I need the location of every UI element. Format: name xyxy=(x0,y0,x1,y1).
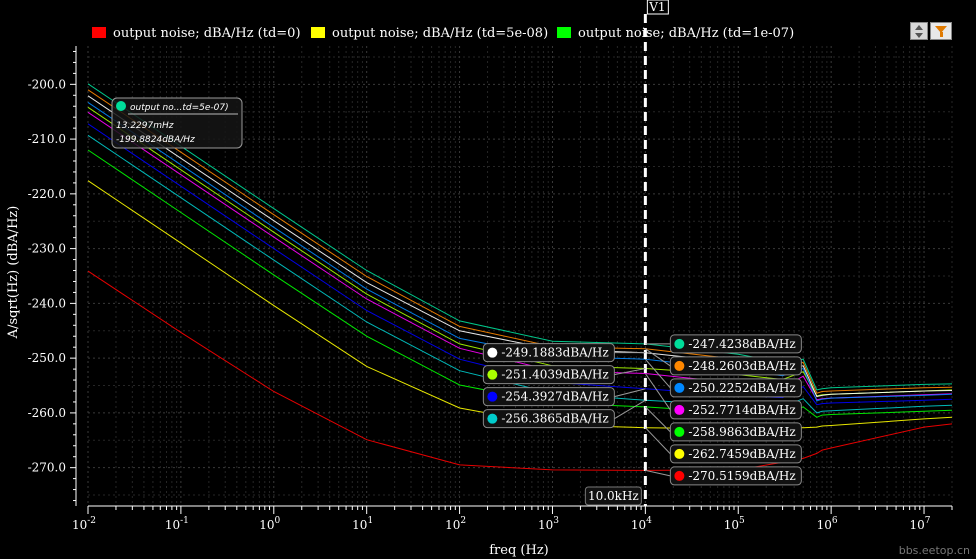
leader-line xyxy=(645,469,671,477)
x-tick-label: 106 xyxy=(817,516,838,532)
y-tick-label: -240.0 xyxy=(28,296,66,310)
y-tick-label: -250.0 xyxy=(28,351,66,365)
legend: output noise; dBA/Hz (td=0) output noise;… xyxy=(92,26,794,41)
tooltip-dot xyxy=(116,101,126,111)
value-label-dot xyxy=(487,391,498,402)
y-tick-label: -260.0 xyxy=(28,406,66,420)
legend-label: output noise; dBA/Hz (td=5e-08) xyxy=(332,26,548,41)
hover-tooltip: output no...td=5e-07) 13.2297mHz -199.8824… xyxy=(111,97,243,149)
value-label: -258.9863dBA/Hz xyxy=(688,425,795,439)
cursor-name: V1 xyxy=(648,0,665,14)
y-axis-title: A/sqrt(Hz) (dBA/Hz) xyxy=(6,206,21,340)
cursor-x-label: 10.0kHz xyxy=(588,489,639,503)
x-tick-label: 104 xyxy=(631,516,652,532)
leader-line xyxy=(644,427,671,455)
value-label-dot xyxy=(487,369,498,380)
x-axis-title: freq (Hz) xyxy=(489,543,549,558)
value-label-dot xyxy=(487,413,498,424)
value-label-dot xyxy=(674,404,685,415)
x-tick-label: 102 xyxy=(445,516,466,532)
leader-line xyxy=(644,373,671,411)
legend-label: output noise; dBA/Hz (td=0) xyxy=(113,26,301,41)
value-label-dot xyxy=(674,426,685,437)
value-label: -252.7714dBA/Hz xyxy=(688,403,795,417)
value-label-dot xyxy=(674,470,685,481)
value-label: -262.7459dBA/Hz xyxy=(688,447,795,461)
x-tick-label: 101 xyxy=(352,516,373,532)
legend-label: output noise; dBA/Hz (td=1e-07) xyxy=(578,26,794,41)
value-label-dot xyxy=(674,382,685,393)
y-tick-label: -200.0 xyxy=(28,77,66,91)
value-label-dot xyxy=(674,338,685,349)
tooltip-x-value: 13.2297mHz xyxy=(116,121,174,131)
value-label: -248.2603dBA/Hz xyxy=(688,359,795,373)
scroll-arrows-icon[interactable] xyxy=(910,22,928,40)
value-label: -254.3927dBA/Hz xyxy=(501,390,608,404)
noise-chart[interactable]: output noise; dBA/Hz (td=0) output noise;… xyxy=(0,0,976,559)
y-tick-label: -270.0 xyxy=(28,461,66,475)
tooltip-title: output no...td=5e-07) xyxy=(130,103,229,113)
value-label: -247.4238dBA/Hz xyxy=(688,337,795,351)
value-label: -251.4039dBA/Hz xyxy=(501,368,608,382)
cursor-v1: V1 10.0kHz xyxy=(584,0,669,506)
y-tick-label: -230.0 xyxy=(28,242,66,256)
cursor-value-labels: -247.4238dBA/Hz -248.2603dBA/Hz -250.2252d… xyxy=(482,334,802,486)
x-tick-label: 105 xyxy=(724,516,745,532)
x-tick-label: 10-2 xyxy=(72,516,96,532)
leader-line xyxy=(614,399,646,420)
x-tick-label: 107 xyxy=(910,516,931,532)
legend-swatch xyxy=(92,27,106,38)
value-label-dot xyxy=(487,347,498,358)
value-label: -270.5159dBA/Hz xyxy=(688,469,795,483)
tooltip-y-value: -199.8824dBA/Hz xyxy=(116,135,195,145)
value-label: -250.2252dBA/Hz xyxy=(688,381,795,395)
value-label-dot xyxy=(674,360,685,371)
legend-swatch xyxy=(557,27,571,38)
filter-icon[interactable] xyxy=(930,22,952,40)
value-label: -256.3865dBA/Hz xyxy=(501,412,608,426)
y-tick-label: -220.0 xyxy=(28,187,66,201)
value-label: -249.1883dBA/Hz xyxy=(501,346,608,360)
x-tick-label: 103 xyxy=(538,516,559,532)
legend-swatch xyxy=(311,27,325,38)
y-tick-label: -210.0 xyxy=(28,132,66,146)
x-tick-label: 100 xyxy=(259,516,280,532)
watermark: bbs.eetop.cn xyxy=(898,544,970,557)
value-label-dot xyxy=(674,448,685,459)
x-tick-label: 10-1 xyxy=(165,516,189,532)
